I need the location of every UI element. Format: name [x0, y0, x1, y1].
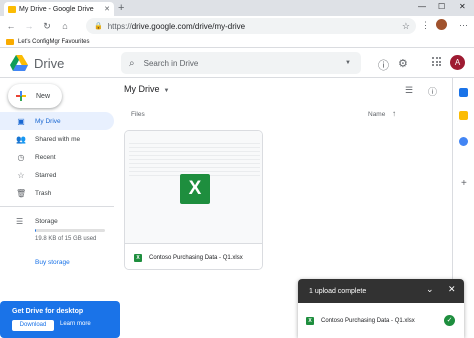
upload-item[interactable]: X Contoso Purchasing Data - Q1.xlsx ✓	[298, 303, 464, 338]
bookmark-item[interactable]: Let's ConfigMgr Favourites	[18, 39, 90, 45]
excel-small-icon: X	[306, 316, 314, 325]
upload-toast: 1 upload complete ⌄ ✕ X Contoso Purchasi…	[298, 279, 464, 338]
storage-icon: ☰	[16, 217, 24, 226]
settings-gear-icon[interactable]: ⚙	[398, 57, 408, 70]
maximize-icon[interactable]: ☐	[438, 2, 445, 11]
google-apps-icon[interactable]	[432, 57, 441, 66]
sidebar-item-my-drive[interactable]: ▣ My Drive	[0, 112, 114, 130]
bookmark-star-icon[interactable]: ☆	[402, 21, 410, 32]
star-icon: ☆	[17, 170, 25, 180]
sidebar-item-trash[interactable]: 🗑 Trash	[0, 184, 114, 202]
storage-label: Storage	[35, 218, 58, 225]
check-icon: ✓	[444, 315, 455, 326]
file-name: Contoso Purchasing Data - Q1.xlsx	[149, 254, 243, 261]
search-icon[interactable]: ⌕	[129, 58, 135, 69]
file-card-footer: X Contoso Purchasing Data - Q1.xlsx	[125, 243, 262, 269]
page-title[interactable]: My Drive ▼	[124, 84, 169, 94]
sidebar-item-storage[interactable]: ☰ Storage	[16, 217, 58, 226]
sidebar-item-label: Trash	[35, 189, 52, 197]
toast-title: 1 upload complete	[309, 287, 367, 295]
desktop-promo-banner: Get Drive for desktop Download Learn mor…	[0, 301, 120, 338]
new-button-label: New	[36, 92, 51, 100]
chevron-down-icon[interactable]: ⌄	[426, 284, 434, 295]
url-text: https://drive.google.com/drive/my-drive	[107, 21, 246, 31]
account-avatar[interactable]: A	[450, 55, 465, 70]
clock-icon: ◷	[17, 152, 25, 162]
browser-profile-avatar[interactable]	[436, 19, 447, 30]
help-icon[interactable]: ⓘ	[378, 57, 389, 73]
sidebar-nav: ▣ My Drive 👥 Shared with me ◷ Recent ☆ S…	[0, 112, 114, 202]
sidebar-item-label: My Drive	[35, 117, 61, 125]
drive-favicon-icon	[8, 5, 16, 13]
download-button[interactable]: Download	[12, 320, 54, 331]
browser-tab[interactable]: My Drive - Google Drive ✕	[4, 2, 114, 16]
back-icon[interactable]: ←	[4, 21, 18, 31]
folder-icon	[6, 38, 14, 45]
sidebar-item-starred[interactable]: ☆ Starred	[0, 166, 114, 184]
trash-icon: 🗑	[16, 188, 27, 198]
keep-icon[interactable]	[459, 111, 468, 120]
new-tab-icon[interactable]: +	[118, 2, 124, 14]
home-icon[interactable]: ⌂	[58, 21, 72, 31]
close-icon[interactable]: ✕	[448, 284, 456, 295]
sort-by-name[interactable]: Name	[368, 111, 385, 118]
tasks-icon[interactable]	[459, 137, 468, 146]
browser-toolbar: ← → ↻ ⌂ 🔒 https://drive.google.com/drive…	[0, 16, 474, 36]
minimize-icon[interactable]: —	[418, 2, 426, 11]
sidebar-item-label: Starred	[35, 171, 57, 179]
toast-header: 1 upload complete ⌄ ✕	[298, 279, 464, 303]
buy-storage-link[interactable]: Buy storage	[35, 259, 70, 266]
search-input[interactable]: ⌕ Search in Drive ▼	[121, 52, 361, 74]
drive-header: Drive ⌕ Search in Drive ▼ ⓘ ⚙ A	[0, 48, 474, 78]
sidebar-item-shared-with-me[interactable]: 👥 Shared with me	[0, 130, 114, 148]
extensions-icon[interactable]: ⋮	[421, 20, 430, 31]
browser-menu-icon[interactable]: ⋯	[459, 20, 468, 31]
reload-icon[interactable]: ↻	[40, 21, 54, 32]
details-info-icon[interactable]: ⓘ	[428, 85, 437, 98]
tab-close-icon[interactable]: ✕	[104, 5, 110, 13]
storage-usage-text: 19.8 KB of 15 GB used	[35, 236, 97, 242]
window-close-icon[interactable]: ✕	[459, 2, 466, 11]
storage-progress-bar	[35, 229, 105, 232]
plus-icon	[16, 91, 26, 101]
search-placeholder: Search in Drive	[143, 58, 199, 68]
address-bar[interactable]: 🔒 https://drive.google.com/drive/my-driv…	[86, 18, 416, 34]
sidebar-item-label: Shared with me	[35, 135, 81, 143]
bookmarks-bar: Let's ConfigMgr Favourites	[0, 36, 474, 48]
people-icon: 👥	[16, 134, 26, 144]
new-button[interactable]: New	[8, 84, 62, 108]
lock-icon: 🔒	[94, 23, 103, 30]
sidebar-divider	[0, 206, 114, 207]
tab-title: My Drive - Google Drive	[19, 5, 94, 13]
learn-more-link[interactable]: Learn more	[60, 321, 91, 327]
promo-title: Get Drive for desktop	[12, 308, 84, 315]
chevron-down-icon: ▼	[163, 88, 170, 94]
drive-icon: ▣	[17, 116, 25, 126]
excel-icon: X	[180, 174, 210, 204]
calendar-icon[interactable]	[459, 88, 468, 97]
drive-logo-icon[interactable]	[10, 55, 28, 71]
sidebar-item-recent[interactable]: ◷ Recent	[0, 148, 114, 166]
upload-file-name: Contoso Purchasing Data - Q1.xlsx	[321, 317, 415, 324]
files-section-label: Files	[131, 111, 145, 118]
file-card[interactable]: X X Contoso Purchasing Data - Q1.xlsx	[124, 130, 263, 270]
add-addon-icon[interactable]: +	[461, 178, 467, 189]
sort-arrow-up-icon[interactable]: ↑	[392, 109, 396, 118]
sidebar-item-label: Recent	[35, 153, 56, 161]
list-view-icon[interactable]: ☰	[405, 85, 413, 96]
brand-name[interactable]: Drive	[34, 56, 64, 71]
forward-icon[interactable]: →	[22, 21, 36, 31]
search-options-icon[interactable]: ▼	[345, 60, 351, 66]
browser-tab-bar: My Drive - Google Drive ✕ + — ☐ ✕	[0, 0, 474, 16]
file-thumbnail: X	[125, 131, 262, 243]
excel-small-icon: X	[134, 253, 142, 262]
